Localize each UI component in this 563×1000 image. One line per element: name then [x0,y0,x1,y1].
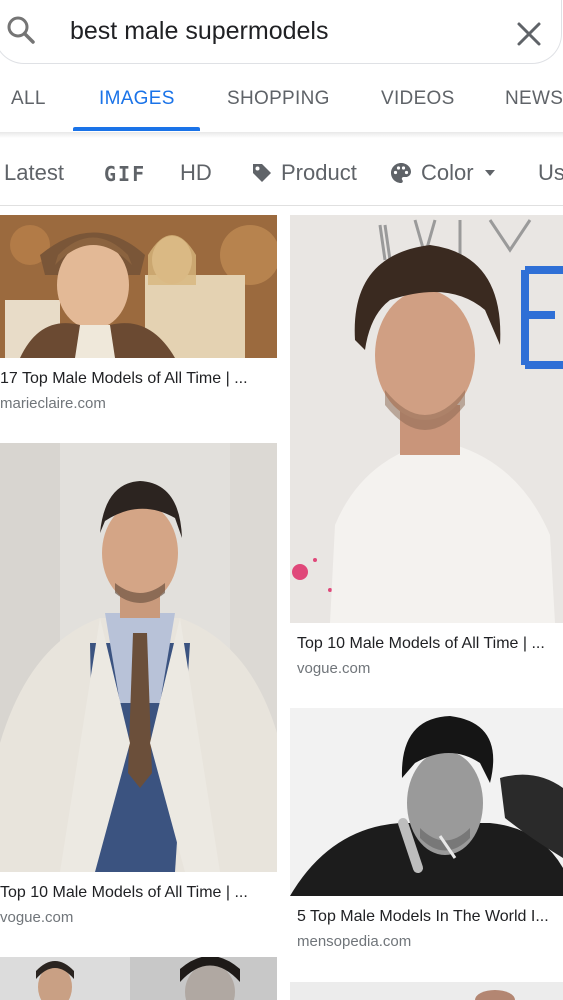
search-tabs: ALL IMAGES SHOPPING VIDEOS NEWS [0,74,563,132]
tab-videos[interactable]: VIDEOS [381,88,455,110]
tag-icon [253,164,271,182]
result-source-1: marieclaire.com [0,395,106,412]
tab-shopping[interactable]: SHOPPING [227,88,330,110]
result-title-4[interactable]: 5 Top Male Models In The World I... [297,908,563,926]
active-tab-indicator [73,127,200,131]
model-photo-5 [0,957,277,1000]
result-image-1[interactable] [0,215,277,358]
chevron-down-icon [484,170,495,176]
result-image-5[interactable] [0,957,277,1000]
filter-hd-label: HD [180,160,212,185]
tab-all[interactable]: ALL [11,88,46,110]
result-source-3: vogue.com [297,660,371,677]
search-icon[interactable] [5,14,37,46]
model-photo-4 [290,708,563,896]
tab-news[interactable]: NEWS [505,88,563,110]
filter-latest-label: Latest [4,160,64,185]
filter-gif[interactable]: GIF [104,162,146,186]
result-image-4[interactable] [290,708,563,896]
result-image-3[interactable] [290,215,563,623]
result-title-1[interactable]: 17 Top Male Models of All Time | ... [0,370,277,388]
filter-hd[interactable]: HD [180,160,212,186]
filter-usage-label: Us [538,160,563,185]
model-photo-6 [290,982,563,1000]
filters-divider [0,205,563,206]
result-title-2[interactable]: Top 10 Male Models of All Time | ... [0,884,277,902]
search-bar[interactable]: best male supermodels [0,0,562,64]
search-input[interactable]: best male supermodels [70,17,328,46]
model-photo-1 [0,215,277,358]
result-source-2: vogue.com [0,909,74,926]
filter-color-label: Color [421,160,474,185]
filter-color[interactable]: Color [389,160,498,186]
result-image-6[interactable] [290,982,563,1000]
model-photo-2 [0,443,277,872]
tabs-divider [0,132,563,138]
tab-images[interactable]: IMAGES [99,88,175,110]
filter-gif-label: GIF [104,162,147,186]
result-title-3[interactable]: Top 10 Male Models of All Time | ... [297,635,563,653]
result-image-2[interactable] [0,443,277,872]
filter-product[interactable]: Product [251,160,357,186]
filter-usage[interactable]: Us [538,160,563,186]
filter-latest[interactable]: Latest [4,160,64,186]
palette-icon [391,163,411,183]
result-source-4: mensopedia.com [297,933,412,950]
model-photo-3 [290,215,563,623]
filter-bar: Latest GIF HD Product Color Us [0,140,563,206]
filter-product-label: Product [281,160,357,185]
close-icon[interactable] [515,20,543,48]
